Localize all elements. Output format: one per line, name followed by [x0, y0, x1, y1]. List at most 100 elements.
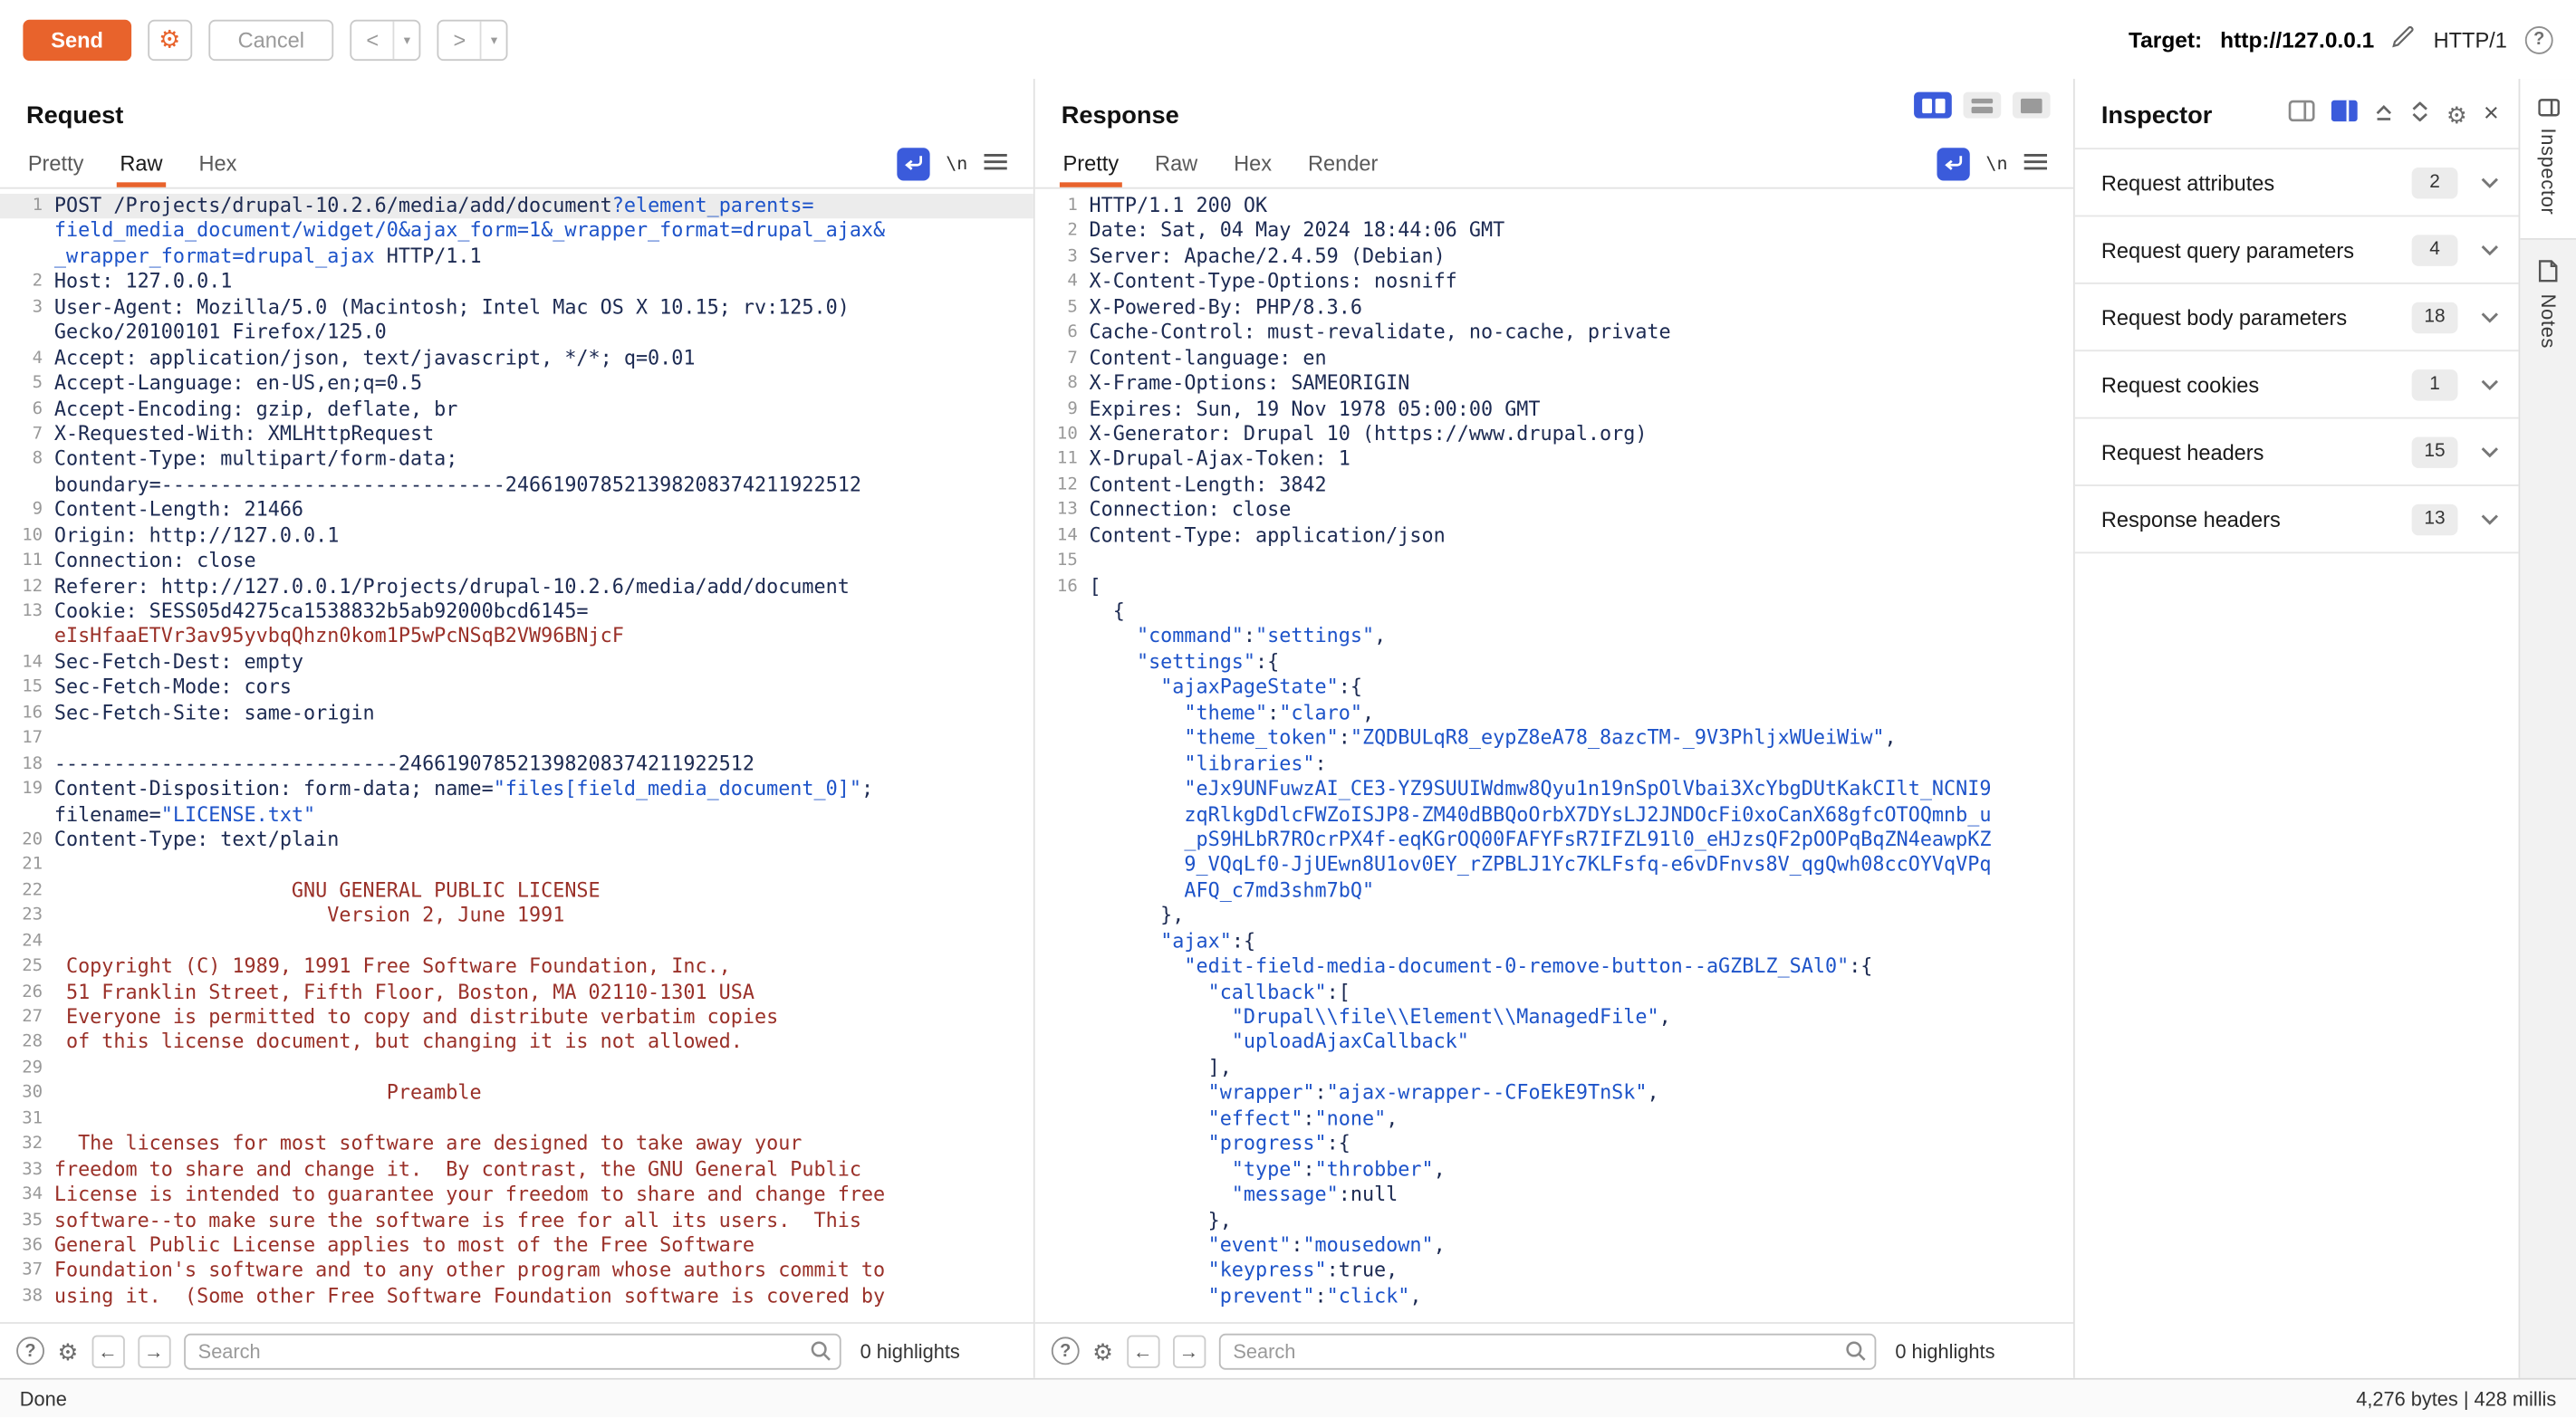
code-line: 4Accept: application/json, text/javascri… [0, 346, 1033, 371]
tab-pretty[interactable]: Pretty [1045, 141, 1138, 186]
editor-menu-button[interactable] [2024, 149, 2047, 178]
http-version-selector[interactable]: HTTP/1 [2434, 27, 2507, 52]
tab-render[interactable]: Render [1290, 141, 1396, 186]
code-line: 14Sec-Fetch-Dest: empty [0, 650, 1033, 675]
line-number: 2 [1035, 219, 1078, 244]
request-editor[interactable]: 1POST /Projects/drupal-10.2.6/media/add/… [0, 189, 1033, 1323]
code-line: 38using it. (Some other Free Software Fo… [0, 1284, 1033, 1309]
word-wrap-toggle[interactable] [897, 147, 929, 179]
line-number: 27 [0, 1005, 43, 1030]
code-line: 37Foundation's software and to any other… [0, 1259, 1033, 1284]
line-number [1035, 929, 1078, 954]
line-number [1035, 599, 1078, 625]
chevron-down-icon: ▾ [491, 32, 497, 46]
help-icon[interactable]: ? [2525, 25, 2553, 53]
history-back-dropdown[interactable]: ▾ [393, 21, 419, 59]
request-tab-tools: \n [897, 147, 1024, 179]
section-label: Request query parameters [2101, 237, 2354, 262]
line-number: 1 [0, 194, 43, 219]
inspector-section-request-cookies[interactable]: Request cookies1 [2075, 351, 2519, 418]
line-number [1035, 878, 1078, 904]
chevron-down-icon [2481, 513, 2499, 525]
notes-icon [2538, 260, 2558, 283]
tab-hex[interactable]: Hex [1216, 141, 1290, 186]
show-newlines-toggle[interactable]: \n [1985, 153, 2007, 175]
line-number [1035, 650, 1078, 675]
prev-match-button[interactable]: ← [91, 1335, 124, 1367]
expand-all-button[interactable] [2410, 101, 2430, 130]
prev-match-button[interactable]: ← [1126, 1335, 1158, 1367]
tab-raw[interactable]: Raw [1137, 141, 1216, 186]
show-newlines-toggle[interactable]: \n [946, 153, 967, 175]
line-number: 9 [1035, 397, 1078, 422]
code-line: 4X-Content-Type-Options: nosniff [1035, 270, 2073, 295]
inspector-layout-left-button[interactable] [2289, 101, 2315, 130]
history-forward-dropdown[interactable]: ▾ [480, 21, 506, 59]
line-number: 31 [0, 1107, 43, 1132]
code-line: 7X-Requested-With: XMLHttpRequest [0, 422, 1033, 447]
tab-hex[interactable]: Hex [180, 141, 255, 186]
line-number: 22 [0, 878, 43, 904]
code-line: "effect":"none", [1035, 1107, 2073, 1132]
sidebar-tab-inspector[interactable]: Inspector [2520, 79, 2576, 240]
inspector-section-request-body-parameters[interactable]: Request body parameters18 [2075, 284, 2519, 351]
tab-pretty[interactable]: Pretty [10, 141, 102, 186]
inspector-section-request-headers[interactable]: Request headers15 [2075, 419, 2519, 486]
next-match-button[interactable]: → [1172, 1335, 1205, 1367]
code-line: 29 [0, 1056, 1033, 1081]
search-help-icon[interactable]: ? [1052, 1337, 1080, 1365]
layout-rows-button[interactable] [1963, 92, 2001, 119]
code-line: _pS9HLbR7ROcrPX4f-eqKGrOQ00FAFYFsR7IFZL9… [1035, 828, 2073, 853]
repeater-toolbar: Send ⚙ Cancel < ▾ > ▾ Target: http://127… [0, 0, 2576, 79]
inspector-close-button[interactable]: × [2484, 101, 2499, 128]
inspector-settings-button[interactable]: ⚙ [2446, 103, 2467, 126]
cancel-button[interactable]: Cancel [208, 19, 334, 60]
collapse-all-button[interactable] [2374, 101, 2394, 130]
line-number [1035, 954, 1078, 980]
search-settings-icon[interactable]: ⚙ [57, 1339, 78, 1362]
code-line: }, [1035, 904, 2073, 929]
line-number [1035, 675, 1078, 701]
history-forward-group: > ▾ [437, 19, 508, 60]
response-editor[interactable]: 1HTTP/1.1 200 OK2Date: Sat, 04 May 2024 … [1035, 189, 2073, 1323]
line-number [1035, 1056, 1078, 1081]
section-count-badge: 18 [2412, 302, 2458, 332]
code-line: Gecko/20100101 Firefox/125.0 [0, 321, 1033, 346]
layout-single-button[interactable] [2013, 92, 2051, 119]
code-line: 1POST /Projects/drupal-10.2.6/media/add/… [0, 194, 1033, 219]
edit-target-button[interactable] [2392, 24, 2415, 54]
line-number [1035, 625, 1078, 650]
line-number: 33 [0, 1157, 43, 1183]
code-line: "settings":{ [1035, 650, 2073, 675]
pane-outline-icon [2289, 101, 2315, 122]
inspector-section-response-headers[interactable]: Response headers13 [2075, 486, 2519, 553]
history-back-button[interactable]: < [352, 21, 393, 59]
word-wrap-toggle[interactable] [1937, 147, 1969, 179]
line-number: 5 [1035, 295, 1078, 321]
inspector-section-request-query-parameters[interactable]: Request query parameters4 [2075, 216, 2519, 283]
inspector-section-request-attributes[interactable]: Request attributes2 [2075, 149, 2519, 216]
code-line: 30 Preamble [0, 1081, 1033, 1107]
line-number: 6 [1035, 321, 1078, 346]
layout-columns-button[interactable] [1914, 92, 1952, 119]
response-tabs: PrettyRawHexRender \n [1035, 139, 2073, 188]
next-match-button[interactable]: → [138, 1335, 170, 1367]
search-input[interactable] [183, 1333, 841, 1369]
inspector-layout-right-button[interactable] [2331, 101, 2358, 130]
code-line: AFQ_c7md3shm7bQ" [1035, 878, 2073, 904]
send-settings-button[interactable]: ⚙ [148, 19, 192, 60]
line-number: 10 [1035, 422, 1078, 447]
search-input[interactable] [1218, 1333, 1876, 1369]
code-line: 11X-Drupal-Ajax-Token: 1 [1035, 447, 2073, 473]
code-line: 25 Copyright (C) 1989, 1991 Free Softwar… [0, 954, 1033, 980]
search-help-icon[interactable]: ? [16, 1337, 44, 1365]
search-settings-icon[interactable]: ⚙ [1092, 1339, 1113, 1362]
history-forward-button[interactable]: > [439, 21, 480, 59]
line-number: 38 [0, 1284, 43, 1309]
sidebar-tab-notes[interactable]: Notes [2520, 240, 2576, 372]
code-line: 33freedom to share and change it. By con… [0, 1157, 1033, 1183]
send-button[interactable]: Send [23, 19, 130, 60]
tab-raw[interactable]: Raw [101, 141, 180, 186]
editor-menu-button[interactable] [984, 149, 1006, 178]
inspector-sections: Request attributes2Request query paramet… [2075, 148, 2519, 553]
